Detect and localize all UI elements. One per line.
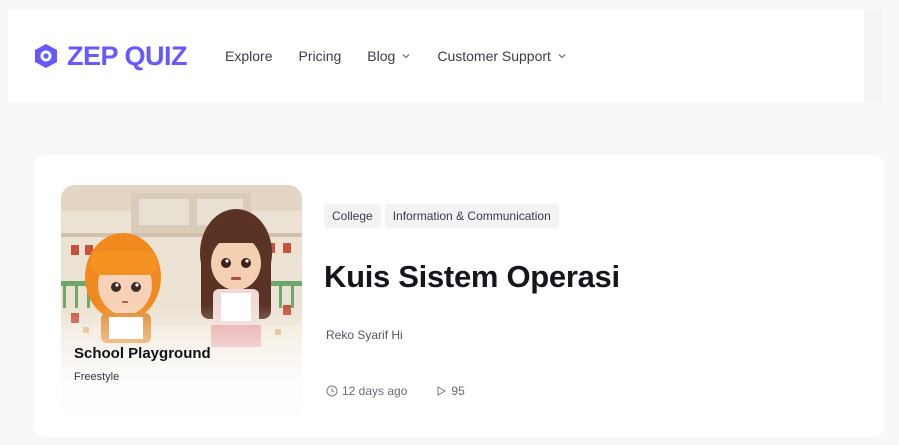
nav-customer-support-label: Customer Support xyxy=(437,48,551,64)
zep-logo-icon xyxy=(35,44,57,68)
quiz-title[interactable]: Kuis Sistem Operasi xyxy=(324,259,620,295)
page: ZEP QUIZ Explore Pricing Blog Customer S… xyxy=(0,0,899,445)
tag-information-communication[interactable]: Information & Communication xyxy=(384,204,559,228)
main-nav: Explore Pricing Blog Customer Support xyxy=(225,48,593,64)
nav-blog-label: Blog xyxy=(367,48,396,64)
tag-college[interactable]: College xyxy=(324,204,381,228)
quiz-meta: 12 days ago 95 xyxy=(326,384,465,398)
quiz-thumbnail[interactable]: School Playground Freestyle xyxy=(61,185,302,415)
quiz-plays: 95 xyxy=(435,384,465,398)
quiz-card[interactable]: School Playground Freestyle College Info… xyxy=(34,155,884,437)
clock-icon xyxy=(326,385,338,397)
zep-quiz-logo[interactable]: ZEP QUIZ xyxy=(33,40,188,72)
quiz-play-count: 95 xyxy=(451,384,465,398)
top-header: ZEP QUIZ Explore Pricing Blog Customer S… xyxy=(8,10,882,102)
nav-pricing-label: Pricing xyxy=(298,48,342,64)
quiz-author[interactable]: Reko Syarif Hi xyxy=(326,328,403,342)
nav-explore[interactable]: Explore xyxy=(225,48,272,64)
quiz-tags: College Information & Communication xyxy=(324,204,563,228)
chevron-down-icon xyxy=(558,54,566,59)
play-icon xyxy=(437,386,447,396)
nav-explore-label: Explore xyxy=(225,48,273,64)
thumbnail-map-name: School Playground xyxy=(74,345,211,362)
thumbnail-mode: Freestyle xyxy=(74,371,120,383)
quiz-time-ago: 12 days ago xyxy=(342,384,408,398)
header-edge xyxy=(864,10,882,102)
nav-customer-support[interactable]: Customer Support xyxy=(437,48,567,64)
nav-pricing[interactable]: Pricing xyxy=(299,48,342,64)
nav-blog[interactable]: Blog xyxy=(367,48,411,64)
chevron-down-icon xyxy=(402,54,410,59)
brand-name: ZEP QUIZ xyxy=(67,40,188,71)
